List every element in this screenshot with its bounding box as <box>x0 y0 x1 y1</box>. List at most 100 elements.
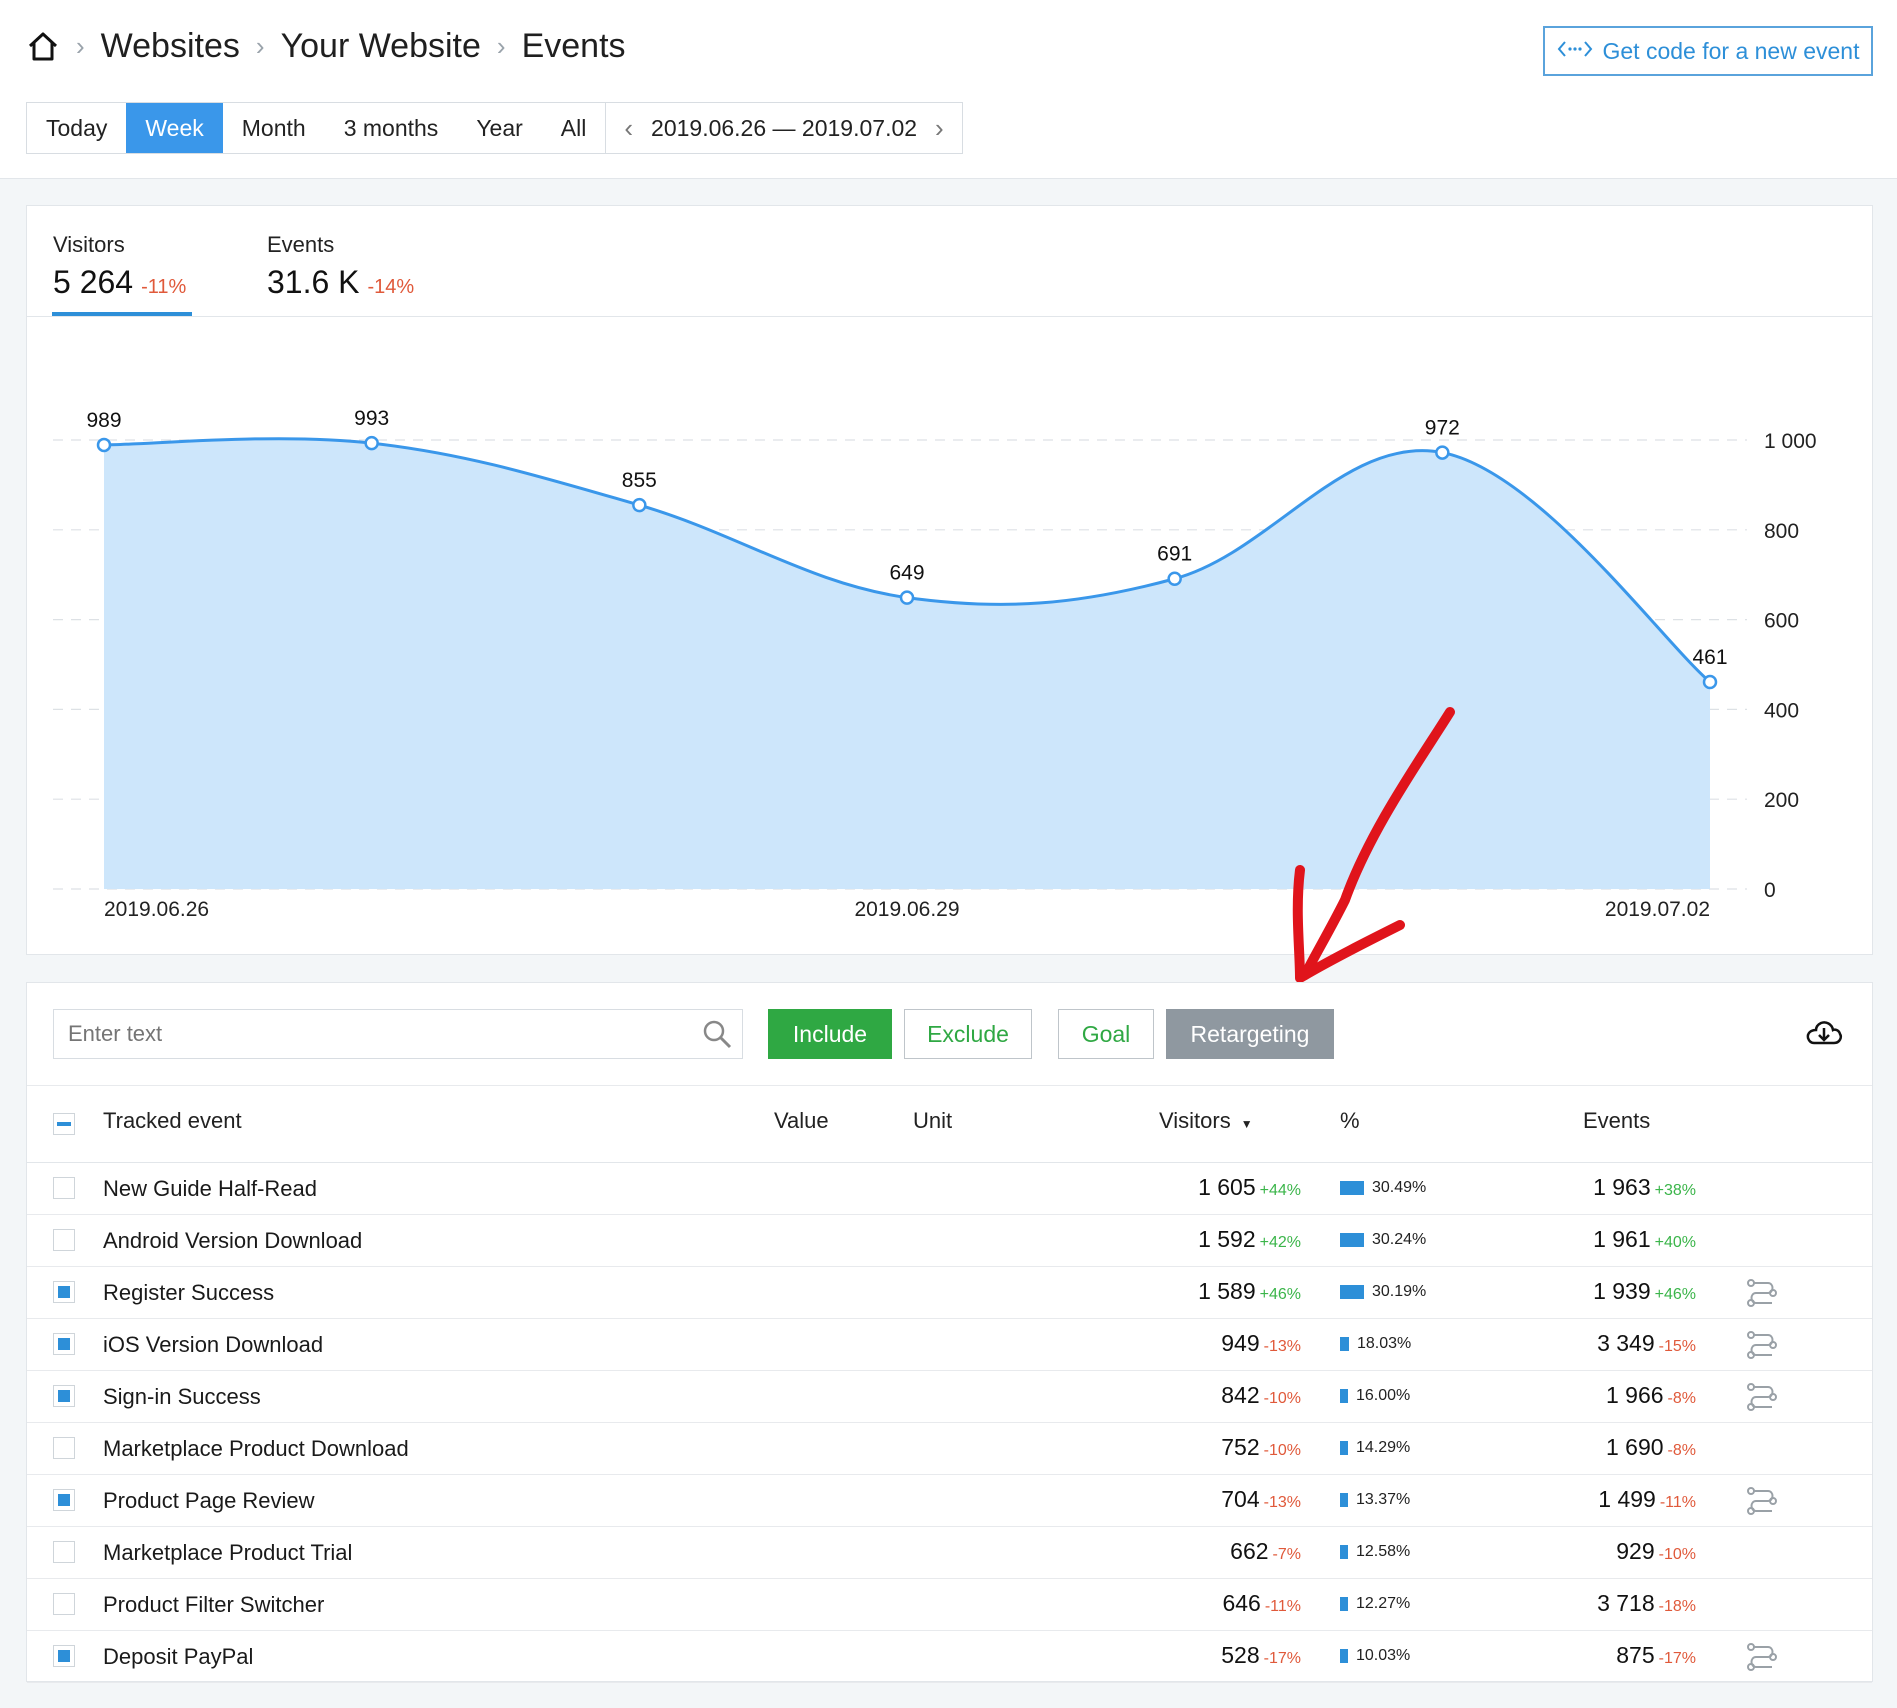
flow-icon[interactable] <box>1746 1642 1778 1677</box>
row-checkbox[interactable] <box>53 1177 75 1199</box>
table-row[interactable]: Android Version Download 1 592 +42% 30.24% 1… <box>27 1215 1872 1267</box>
event-name[interactable]: Deposit PayPal <box>103 1644 253 1670</box>
table-row[interactable]: Product Page Review 704 -13% 13.37% 1 499 -11… <box>27 1475 1872 1527</box>
visitors-value: 662 <box>1230 1538 1269 1564</box>
breadcrumb-your-website[interactable]: Your Website <box>281 27 481 66</box>
row-checkbox[interactable] <box>53 1385 75 1407</box>
table-row[interactable]: Product Filter Switcher 646 -11% 12.27% 3 71… <box>27 1579 1872 1631</box>
top-header: › Websites › Your Website › Events Get c… <box>0 0 1897 179</box>
table-row[interactable]: Marketplace Product Trial 662 -7% 12.58% 929… <box>27 1527 1872 1579</box>
period-year[interactable]: Year <box>457 103 541 153</box>
breadcrumb: › Websites › Your Website › Events <box>26 22 626 70</box>
visitors-cell: 646 -11% <box>1222 1590 1301 1617</box>
flow-icon[interactable] <box>1746 1382 1778 1417</box>
table-row[interactable]: Deposit PayPal 528 -17% 10.03% 875 -17% <box>27 1631 1872 1683</box>
event-name[interactable]: Sign-in Success <box>103 1384 261 1410</box>
percent-value: 10.03% <box>1356 1647 1411 1664</box>
visitors-delta: -10% <box>1263 1442 1301 1459</box>
flow-icon[interactable] <box>1746 1278 1778 1313</box>
events-cell: 3 718 -18% <box>1597 1590 1696 1617</box>
data-label: 649 <box>889 562 924 585</box>
row-checkbox[interactable] <box>53 1281 75 1303</box>
exclude-button[interactable]: Exclude <box>904 1009 1032 1059</box>
table-row[interactable]: iOS Version Download 949 -13% 18.03% 3 349 -1… <box>27 1319 1872 1371</box>
period-all[interactable]: All <box>542 103 606 153</box>
date-range-label[interactable]: 2019.06.26 — 2019.07.02 <box>651 115 917 142</box>
cloud-download-icon[interactable] <box>1804 1017 1844 1052</box>
flow-icon[interactable] <box>1746 1486 1778 1521</box>
data-point <box>899 590 915 605</box>
table-row[interactable]: Register Success 1 589 +46% 30.19% 1 939 +46% <box>27 1267 1872 1319</box>
table-row[interactable]: New Guide Half-Read 1 605 +44% 30.49% 1 963 +… <box>27 1163 1872 1215</box>
row-checkbox[interactable] <box>53 1229 75 1251</box>
events-cell: 1 939 +46% <box>1593 1278 1696 1305</box>
row-checkbox[interactable] <box>53 1489 75 1511</box>
header-percent[interactable]: % <box>1340 1108 1360 1134</box>
data-label: 993 <box>354 407 389 430</box>
search-box <box>53 1009 743 1059</box>
visitors-value: 949 <box>1221 1330 1260 1356</box>
period-3-months[interactable]: 3 months <box>325 103 458 153</box>
breadcrumb-websites[interactable]: Websites <box>101 27 240 66</box>
event-name[interactable]: New Guide Half-Read <box>103 1176 317 1202</box>
chart-card: Visitors 5 264 -11% Events 31.6 K -14% 0 20… <box>26 205 1873 955</box>
row-checkbox[interactable] <box>53 1593 75 1615</box>
header-value[interactable]: Value <box>774 1108 829 1134</box>
flow-icon[interactable] <box>1746 1330 1778 1365</box>
row-checkbox[interactable] <box>53 1333 75 1355</box>
event-name[interactable]: Product Page Review <box>103 1488 315 1514</box>
chevron-right-icon[interactable]: › <box>935 113 944 144</box>
event-name[interactable]: Marketplace Product Download <box>103 1436 409 1462</box>
home-icon[interactable] <box>26 29 60 63</box>
date-range-control: ‹ 2019.06.26 — 2019.07.02 › <box>605 103 961 153</box>
get-code-button[interactable]: Get code for a new event <box>1543 26 1873 76</box>
event-name[interactable]: Product Filter Switcher <box>103 1592 324 1618</box>
events-delta: -15% <box>1658 1338 1696 1355</box>
visitors-cell: 704 -13% <box>1221 1486 1301 1513</box>
header-events[interactable]: Events <box>1583 1108 1650 1134</box>
visitors-cell: 1 605 +44% <box>1198 1174 1301 1201</box>
event-name[interactable]: Register Success <box>103 1280 274 1306</box>
percent-cell: 30.49% <box>1340 1179 1426 1197</box>
select-all-checkbox[interactable] <box>53 1113 75 1135</box>
row-checkbox[interactable] <box>53 1645 75 1667</box>
row-checkbox[interactable] <box>53 1541 75 1563</box>
visitors-value: 1 592 <box>1198 1226 1256 1252</box>
search-icon[interactable] <box>702 1019 732 1054</box>
x-tick-label: 2019.06.29 <box>854 898 959 921</box>
table-row[interactable]: Sign-in Success 842 -10% 16.00% 1 966 -8% <box>27 1371 1872 1423</box>
visitors-cell: 528 -17% <box>1221 1642 1301 1669</box>
table-row[interactable]: Marketplace Product Download 752 -10% 14.29… <box>27 1423 1872 1475</box>
visitors-delta: +44% <box>1259 1182 1301 1199</box>
percent-bar <box>1340 1233 1364 1247</box>
period-selector: Today Week Month 3 months Year All ‹ 201… <box>26 102 963 154</box>
event-name[interactable]: Android Version Download <box>103 1228 362 1254</box>
events-delta: +40% <box>1654 1234 1696 1251</box>
event-name[interactable]: iOS Version Download <box>103 1332 323 1358</box>
events-value: 1 961 <box>1593 1226 1651 1252</box>
percent-value: 30.49% <box>1372 1179 1427 1196</box>
header-visitors[interactable]: Visitors ▼ <box>1159 1108 1253 1134</box>
goal-button[interactable]: Goal <box>1058 1009 1154 1059</box>
header-tracked-event[interactable]: Tracked event <box>103 1108 242 1134</box>
header-unit[interactable]: Unit <box>913 1108 952 1134</box>
events-cell: 1 499 -11% <box>1598 1486 1696 1513</box>
breadcrumb-separator: › <box>76 30 85 61</box>
events-value: 1 966 <box>1605 1382 1664 1408</box>
period-week[interactable]: Week <box>126 103 223 153</box>
y-tick-label: 0 <box>1764 879 1776 902</box>
percent-value: 18.03% <box>1357 1335 1412 1352</box>
chevron-left-icon[interactable]: ‹ <box>624 113 633 144</box>
row-checkbox[interactable] <box>53 1437 75 1459</box>
period-today[interactable]: Today <box>27 103 126 153</box>
events-value: 1 963 <box>1593 1174 1651 1200</box>
period-month[interactable]: Month <box>223 103 325 153</box>
visitors-area-chart: 0 200 400 600 800 1 000 989 993 855 649 691 972 461 2… <box>53 407 1817 921</box>
percent-bar <box>1340 1441 1348 1455</box>
event-name[interactable]: Marketplace Product Trial <box>103 1540 352 1566</box>
search-input[interactable] <box>54 1010 690 1058</box>
retargeting-button[interactable]: Retargeting <box>1166 1009 1334 1059</box>
events-delta: -10% <box>1658 1546 1696 1563</box>
events-value: 1 499 <box>1598 1486 1656 1512</box>
include-button[interactable]: Include <box>768 1009 892 1059</box>
